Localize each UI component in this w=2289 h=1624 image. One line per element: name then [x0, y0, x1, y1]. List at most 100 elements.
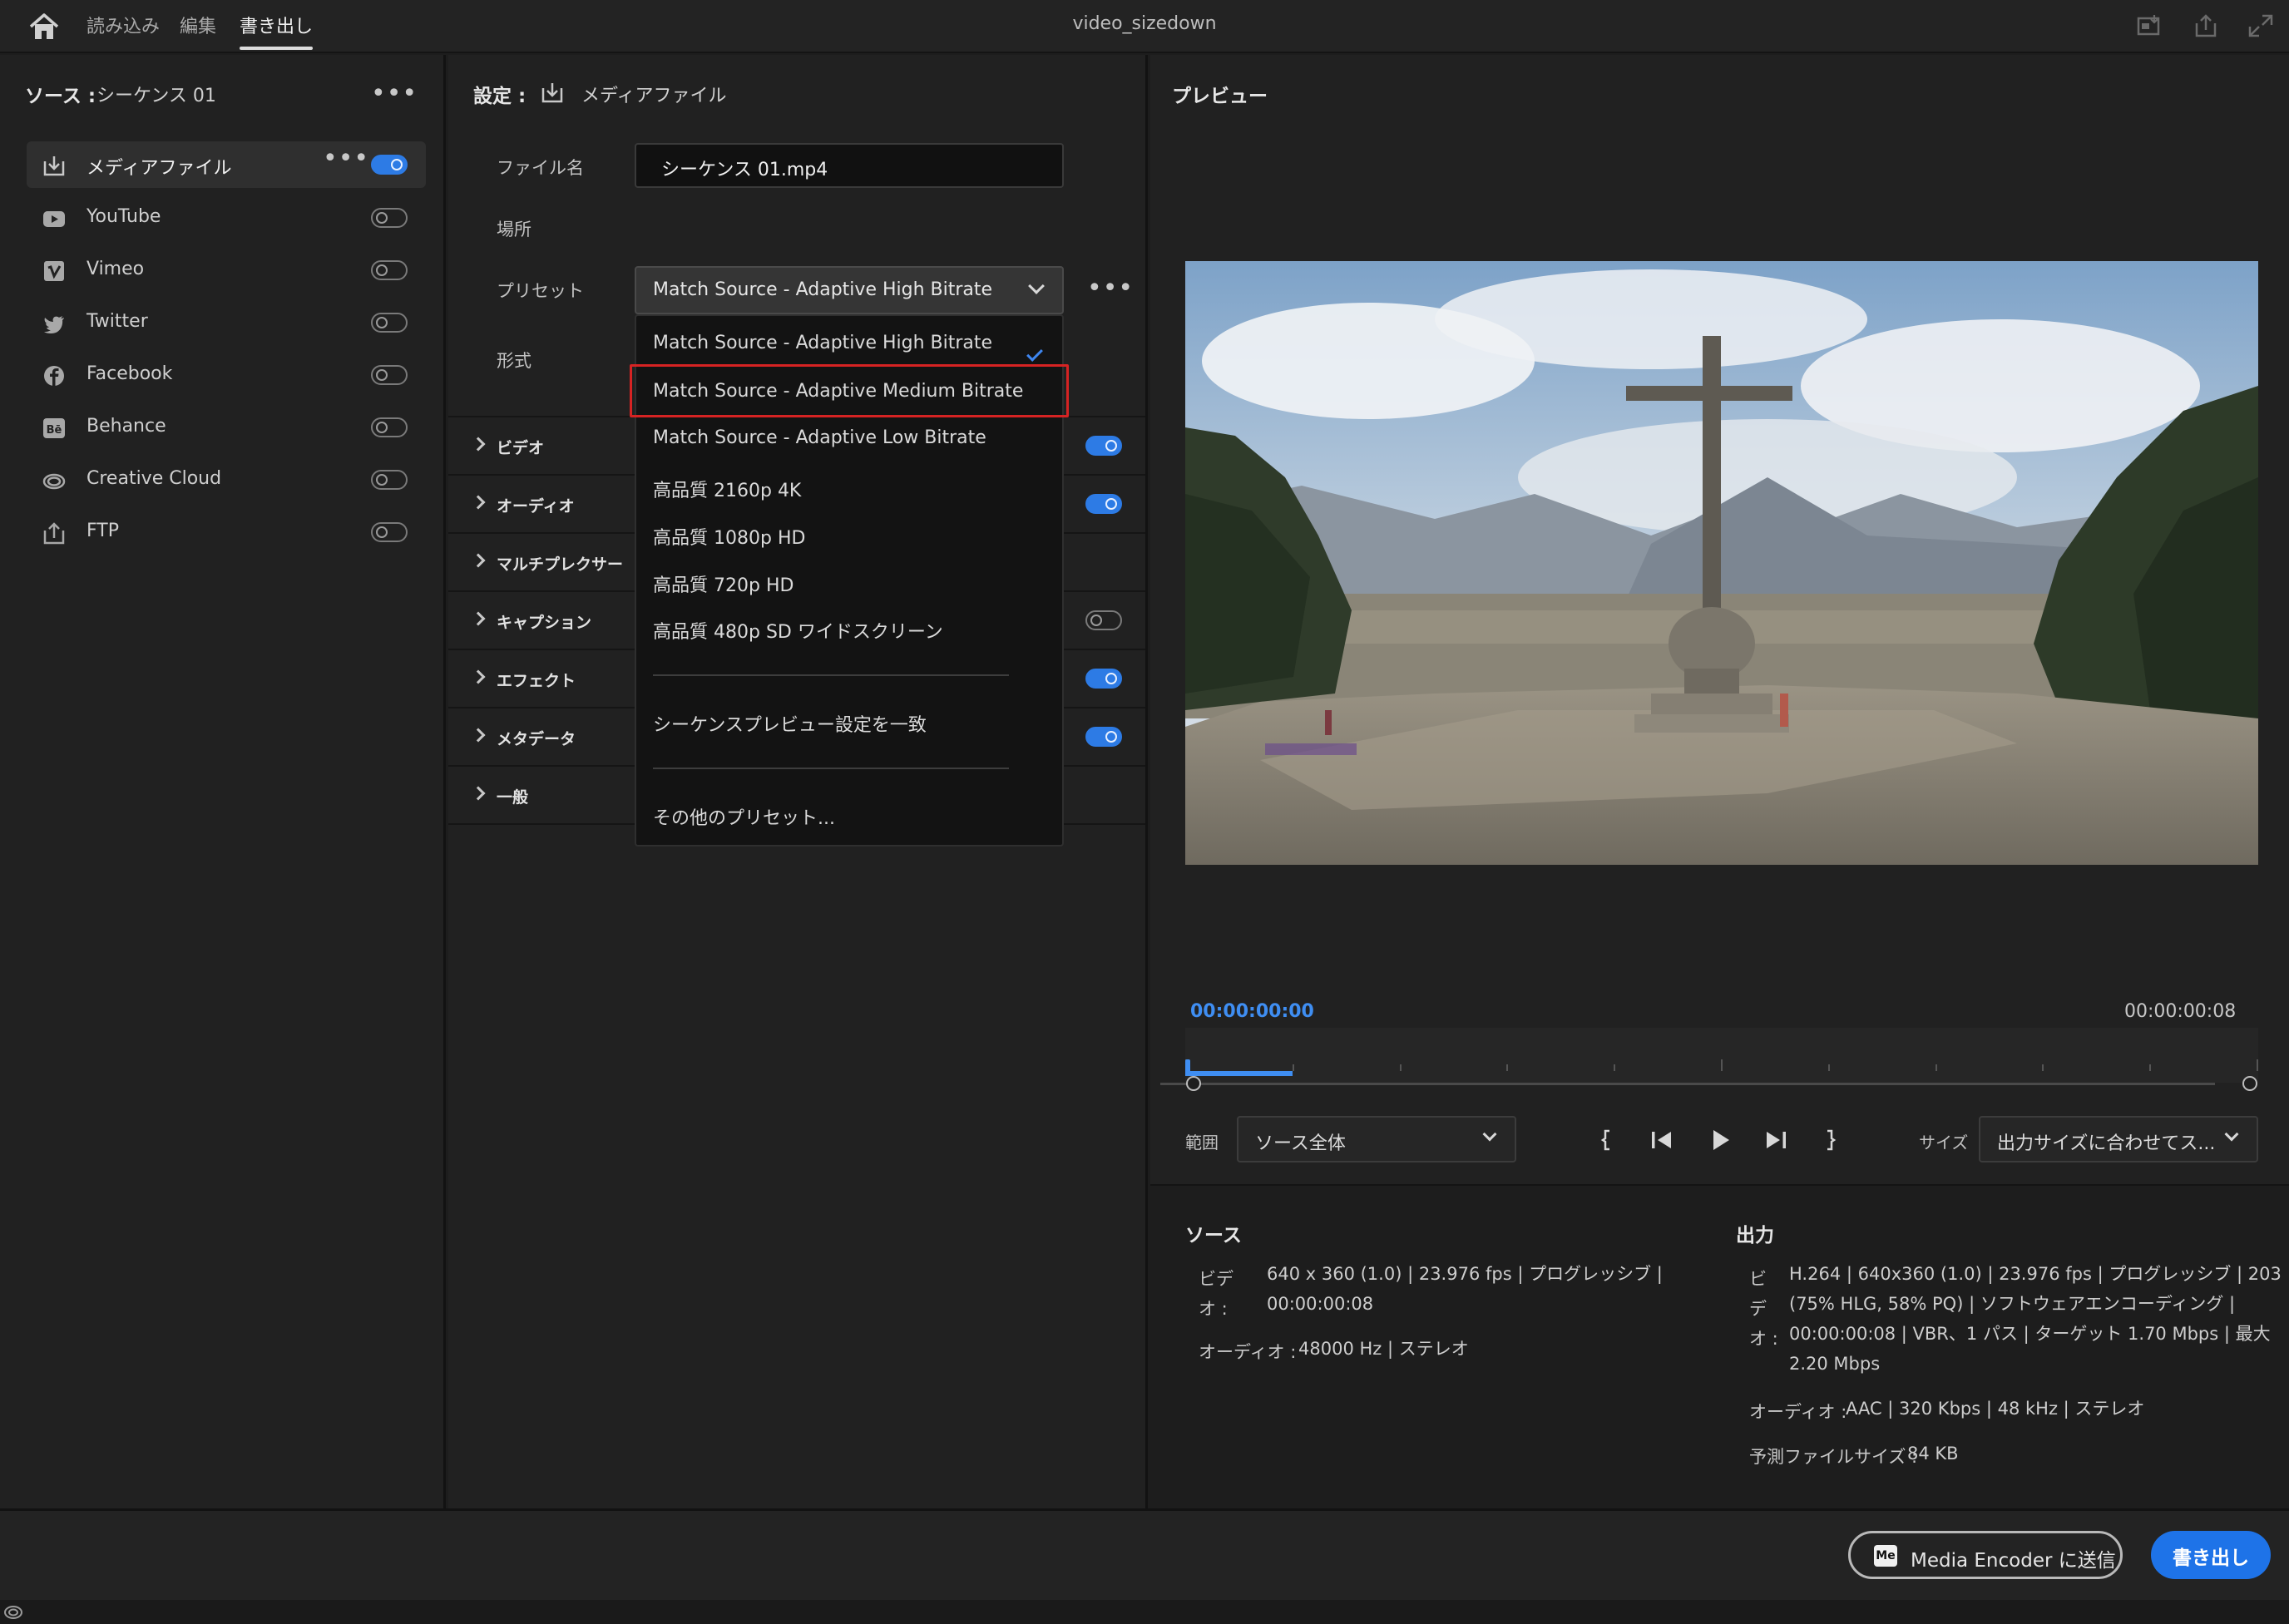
- chevron-right-icon: [471, 786, 486, 801]
- source-sequence-name: シーケンス 01: [96, 86, 216, 106]
- media-file-icon: [43, 156, 65, 176]
- media-encoder-label: Media Encoder に送信: [1911, 1550, 2116, 1572]
- chevron-right-icon: [471, 553, 486, 568]
- source-summary-title: ソース: [1185, 1225, 1242, 1246]
- active-tab-indicator: [240, 47, 313, 50]
- preset-option-1080p[interactable]: 高品質 1080p HD: [653, 523, 805, 550]
- preset-option-480p[interactable]: 高品質 480p SD ワイドスクリーン: [653, 617, 943, 644]
- facebook-icon: [44, 366, 64, 386]
- ftp-icon: [43, 522, 65, 545]
- destination-toggle-twitter[interactable]: [371, 313, 408, 333]
- preset-option-720p[interactable]: 高品質 720p HD: [653, 570, 793, 597]
- range-label: 範囲: [1185, 1133, 1219, 1153]
- set-out-point-icon[interactable]: [1816, 1126, 1844, 1154]
- share-icon[interactable]: [2193, 13, 2219, 38]
- menu-match-sequence[interactable]: シーケンスプレビュー設定を一致: [653, 710, 927, 737]
- output-video-key: ビ デ オ :: [1749, 1269, 1778, 1349]
- quick-export-icon[interactable]: [2136, 13, 2163, 38]
- behance-icon: Bē: [43, 418, 65, 438]
- source-audio-key: オーディオ :: [1199, 1342, 1297, 1362]
- filesize-value: 84 KB: [1907, 1444, 1959, 1464]
- destination-label: Vimeo: [87, 259, 145, 279]
- size-label: サイズ: [1919, 1133, 1969, 1153]
- destination-vimeo[interactable]: Vimeo: [27, 247, 426, 294]
- destination-youtube[interactable]: YouTube: [27, 195, 426, 241]
- preset-select[interactable]: Match Source - Adaptive High Bitrate: [635, 266, 1064, 314]
- preset-more-icon[interactable]: •••: [1087, 276, 1134, 301]
- creative-cloud-icon[interactable]: [3, 1603, 23, 1620]
- play-icon[interactable]: [1706, 1126, 1734, 1154]
- menu-divider: [653, 674, 1009, 676]
- destination-behance[interactable]: Bē Behance: [27, 404, 426, 451]
- vimeo-icon: [44, 261, 64, 281]
- chevron-right-icon: [471, 728, 486, 743]
- chevron-right-icon: [471, 437, 486, 452]
- timecode-start: 00:00:00:00: [1190, 1001, 1314, 1022]
- destination-toggle-creative-cloud[interactable]: [371, 470, 408, 490]
- timeline[interactable]: [1185, 1028, 2258, 1083]
- output-audio-key: オーディオ :: [1749, 1402, 1847, 1422]
- chevron-down-icon: [2224, 1127, 2239, 1142]
- step-forward-icon[interactable]: [1762, 1126, 1790, 1154]
- send-to-media-encoder-button[interactable]: Me Media Encoder に送信: [1848, 1531, 2123, 1579]
- destination-label: Facebook: [87, 363, 173, 384]
- preset-option-low-bitrate[interactable]: Match Source - Adaptive Low Bitrate: [653, 427, 986, 448]
- format-label: 形式: [497, 351, 531, 371]
- range-select[interactable]: ソース全体: [1237, 1116, 1516, 1162]
- export-button[interactable]: 書き出し: [2151, 1531, 2271, 1579]
- section-toggle-video[interactable]: [1085, 436, 1122, 456]
- export-summary: ソース ビデ オ : 640 x 360 (1.0) | 23.976 fps …: [1150, 1184, 2289, 1508]
- preset-option-high-bitrate[interactable]: Match Source - Adaptive High Bitrate: [653, 333, 992, 353]
- destination-more-icon[interactable]: •••: [323, 146, 369, 171]
- footer-bar: Me Media Encoder に送信 書き出し: [0, 1508, 2289, 1600]
- filename-input[interactable]: シーケンス 01.mp4: [635, 143, 1064, 188]
- twitter-icon: [44, 316, 64, 333]
- set-in-point-icon[interactable]: [1593, 1126, 1621, 1154]
- destination-toggle-behance[interactable]: [371, 417, 408, 437]
- fullscreen-icon[interactable]: [2247, 13, 2274, 38]
- menu-divider: [653, 768, 1009, 769]
- size-select[interactable]: 出力サイズに合わせてス...: [1979, 1116, 2258, 1162]
- destination-label: メディアファイル: [87, 158, 232, 179]
- preview-panel: プレビュー 00:00:00:00 00:00:00:08 範囲 ソース全体 サ…: [1150, 55, 2289, 1508]
- section-toggle-metadata[interactable]: [1085, 727, 1122, 747]
- out-point-handle[interactable]: [2242, 1076, 2257, 1091]
- section-toggle-captions[interactable]: [1085, 610, 1122, 630]
- settings-label: 設定 :: [473, 86, 527, 107]
- preset-value: Match Source - Adaptive High Bitrate: [653, 279, 993, 300]
- source-video-key: ビデ オ :: [1199, 1269, 1233, 1319]
- settings-target: メディアファイル: [581, 86, 727, 106]
- menu-more-presets[interactable]: その他のプリセット...: [653, 803, 835, 830]
- section-toggle-audio[interactable]: [1085, 494, 1122, 514]
- step-back-icon[interactable]: [1648, 1126, 1676, 1154]
- destination-toggle-facebook[interactable]: [371, 365, 408, 385]
- preset-option-2160p[interactable]: 高品質 2160p 4K: [653, 476, 801, 502]
- destination-toggle-youtube[interactable]: [371, 208, 408, 228]
- media-file-icon: [541, 83, 563, 103]
- output-video-line2: (75% HLG, 58% PQ) | ソフトウェアエンコーディング |: [1789, 1294, 2236, 1314]
- output-audio-value: AAC | 320 Kbps | 48 kHz | ステレオ: [1846, 1399, 2145, 1419]
- destination-toggle-vimeo[interactable]: [371, 260, 408, 280]
- size-value: 出力サイズに合わせてス...: [1997, 1133, 2216, 1154]
- destination-toggle-media-file[interactable]: [371, 155, 408, 175]
- svg-text:Bē: Bē: [47, 424, 62, 437]
- section-toggle-effects[interactable]: [1085, 669, 1122, 689]
- window-title: video_sizedown: [1072, 13, 1217, 34]
- section-label: キャプション: [497, 614, 592, 632]
- source-more-icon[interactable]: •••: [371, 81, 418, 106]
- destination-facebook[interactable]: Facebook: [27, 352, 426, 398]
- destination-twitter[interactable]: Twitter: [27, 299, 426, 346]
- destination-media-file[interactable]: メディアファイル •••: [27, 141, 426, 188]
- in-point-handle[interactable]: [1186, 1076, 1201, 1091]
- creative-cloud-icon: [42, 473, 66, 490]
- range-track: [1160, 1083, 2215, 1085]
- destination-creative-cloud[interactable]: Creative Cloud: [27, 457, 426, 503]
- filename-label: ファイル名: [497, 158, 584, 178]
- chevron-down-icon: [1482, 1127, 1497, 1142]
- destination-toggle-ftp[interactable]: [371, 522, 408, 542]
- destination-label: Creative Cloud: [87, 468, 222, 489]
- preset-option-medium-bitrate[interactable]: Match Source - Adaptive Medium Bitrate: [653, 381, 1023, 402]
- destination-ftp[interactable]: FTP: [27, 509, 426, 555]
- destination-label: Twitter: [87, 311, 148, 332]
- destination-label: FTP: [87, 521, 119, 541]
